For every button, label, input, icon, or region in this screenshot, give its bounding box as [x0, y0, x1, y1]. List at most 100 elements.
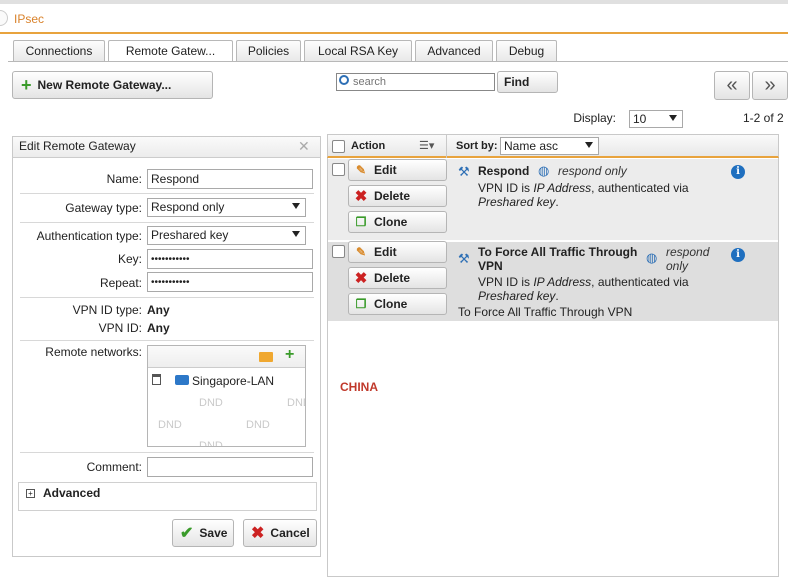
gateway-type-label: Gateway type: [65, 201, 142, 215]
dnd-placeholder: DND [199, 397, 223, 409]
select-all-checkbox[interactable] [332, 140, 345, 153]
remote-networks-box[interactable]: + Singapore-LAN DND DND DND DND DND [147, 345, 306, 447]
advanced-label: Advanced [43, 486, 101, 500]
save-button[interactable]: ✔ Save [172, 519, 234, 547]
tab-remote-gateways[interactable]: Remote Gatew... [108, 40, 233, 62]
repeat-input[interactable] [147, 272, 313, 292]
gateway-icon: ⚒ [458, 164, 470, 179]
divider [20, 193, 314, 194]
vpn-id-label: VPN ID: [98, 321, 142, 335]
save-label: Save [199, 526, 228, 540]
gateway-icon: ⚒ [458, 251, 470, 266]
name-label: Name: [106, 172, 142, 186]
delete-button[interactable]: ✖ Delete [348, 185, 447, 207]
gateway-name: To Force All Traffic Through VPN [478, 245, 638, 273]
row-checkbox[interactable] [332, 245, 345, 258]
edit-icon: ✎ [355, 163, 367, 177]
gateway-description: VPN ID is IP Address, authenticated via P… [478, 275, 689, 303]
divider [20, 222, 314, 223]
advanced-section[interactable]: + Advanced [18, 482, 317, 511]
auth-type-select[interactable]: Preshared key [147, 226, 306, 245]
close-icon: ✖ [251, 525, 265, 542]
delete-icon: ✖ [354, 270, 368, 287]
row-checkbox[interactable] [332, 163, 345, 176]
chevron-down-icon [292, 231, 300, 237]
delete-label: Delete [374, 271, 411, 285]
divider [20, 452, 314, 453]
add-icon[interactable]: + [285, 346, 294, 364]
search-input[interactable] [351, 74, 491, 90]
gateway-name: Respond [478, 164, 530, 178]
gateway-type: respond only [558, 164, 627, 178]
new-remote-gateway-label: New Remote Gateway... [37, 78, 172, 92]
divider [20, 340, 314, 341]
double-chevron-left-icon: « [726, 74, 738, 96]
edit-panel-title: Edit Remote Gateway [19, 139, 136, 153]
info-icon[interactable]: i [731, 165, 745, 179]
double-chevron-right-icon: » [764, 74, 776, 96]
clone-button[interactable]: ❐ Clone [348, 293, 447, 315]
network-icon [175, 375, 189, 385]
sort-label: Sort by: [456, 140, 498, 152]
new-remote-gateway-button[interactable]: + New Remote Gateway... [12, 71, 213, 99]
display-count-value: 10 [633, 112, 647, 126]
gateway-comment: To Force All Traffic Through VPN [458, 305, 633, 319]
info-icon[interactable]: i [731, 248, 745, 262]
display-count-select[interactable]: 10 [629, 110, 683, 128]
search-box[interactable] [336, 73, 495, 91]
find-button[interactable]: Find [497, 71, 558, 93]
tab-policies[interactable]: Policies [236, 40, 301, 61]
remote-networks-toolbar [148, 346, 305, 368]
network-item-label: Singapore-LAN [192, 374, 275, 388]
edit-button[interactable]: ✎ Edit [348, 159, 447, 181]
clone-button[interactable]: ❐ Clone [348, 211, 447, 233]
edit-label: Edit [374, 245, 397, 259]
edit-label: Edit [374, 163, 397, 177]
trash-icon[interactable] [152, 374, 161, 385]
header-divider [446, 134, 447, 158]
dnd-placeholder: DND [199, 440, 223, 447]
repeat-label: Repeat: [99, 276, 142, 290]
tab-divider [8, 61, 788, 62]
cancel-button[interactable]: ✖ Cancel [243, 519, 317, 547]
gateway-type-select[interactable]: Respond only [147, 198, 306, 217]
delete-label: Delete [374, 189, 411, 203]
chevron-down-icon [292, 203, 300, 209]
clone-icon: ❐ [355, 297, 367, 311]
chevron-down-icon [585, 142, 593, 148]
previous-page-button[interactable]: « [714, 71, 750, 100]
gateway-description: VPN ID is IP Address, authenticated via P… [478, 181, 689, 209]
gateway-type: respond only [666, 245, 710, 273]
sort-value: Name asc [504, 139, 559, 153]
next-page-button[interactable]: » [752, 71, 788, 100]
column-menu-icon[interactable]: ☰▾ [419, 139, 434, 152]
annotation-label: CHINA [340, 380, 378, 394]
delete-button[interactable]: ✖ Delete [348, 267, 447, 289]
tab-connections[interactable]: Connections [13, 40, 105, 61]
action-header: Action [351, 140, 386, 152]
tab-debug[interactable]: Debug [496, 40, 557, 61]
display-label: Display: [573, 111, 616, 125]
vpn-id-type-value: Any [147, 303, 170, 317]
sort-select[interactable]: Name asc [500, 137, 599, 155]
cancel-label: Cancel [270, 526, 310, 540]
edit-button[interactable]: ✎ Edit [348, 241, 447, 263]
result-range: 1-2 of 2 [743, 111, 784, 125]
key-input[interactable] [147, 249, 313, 269]
name-input[interactable] [147, 169, 313, 189]
clone-label: Clone [374, 297, 408, 311]
folder-icon[interactable] [259, 352, 273, 362]
app-title: IPsec [14, 12, 45, 26]
globe-icon: ◍ [646, 250, 658, 265]
title-bar [0, 0, 788, 34]
expand-icon[interactable]: + [26, 489, 35, 498]
tab-local-rsa-key[interactable]: Local RSA Key [304, 40, 412, 61]
comment-input[interactable] [147, 457, 313, 477]
tab-advanced[interactable]: Advanced [415, 40, 493, 61]
clone-icon: ❐ [355, 215, 367, 229]
close-icon[interactable]: ✕ [298, 138, 310, 155]
key-label: Key: [117, 252, 142, 266]
gateway-type-value: Respond only [151, 200, 225, 214]
chevron-down-icon [669, 115, 677, 121]
auth-type-value: Preshared key [151, 228, 229, 242]
